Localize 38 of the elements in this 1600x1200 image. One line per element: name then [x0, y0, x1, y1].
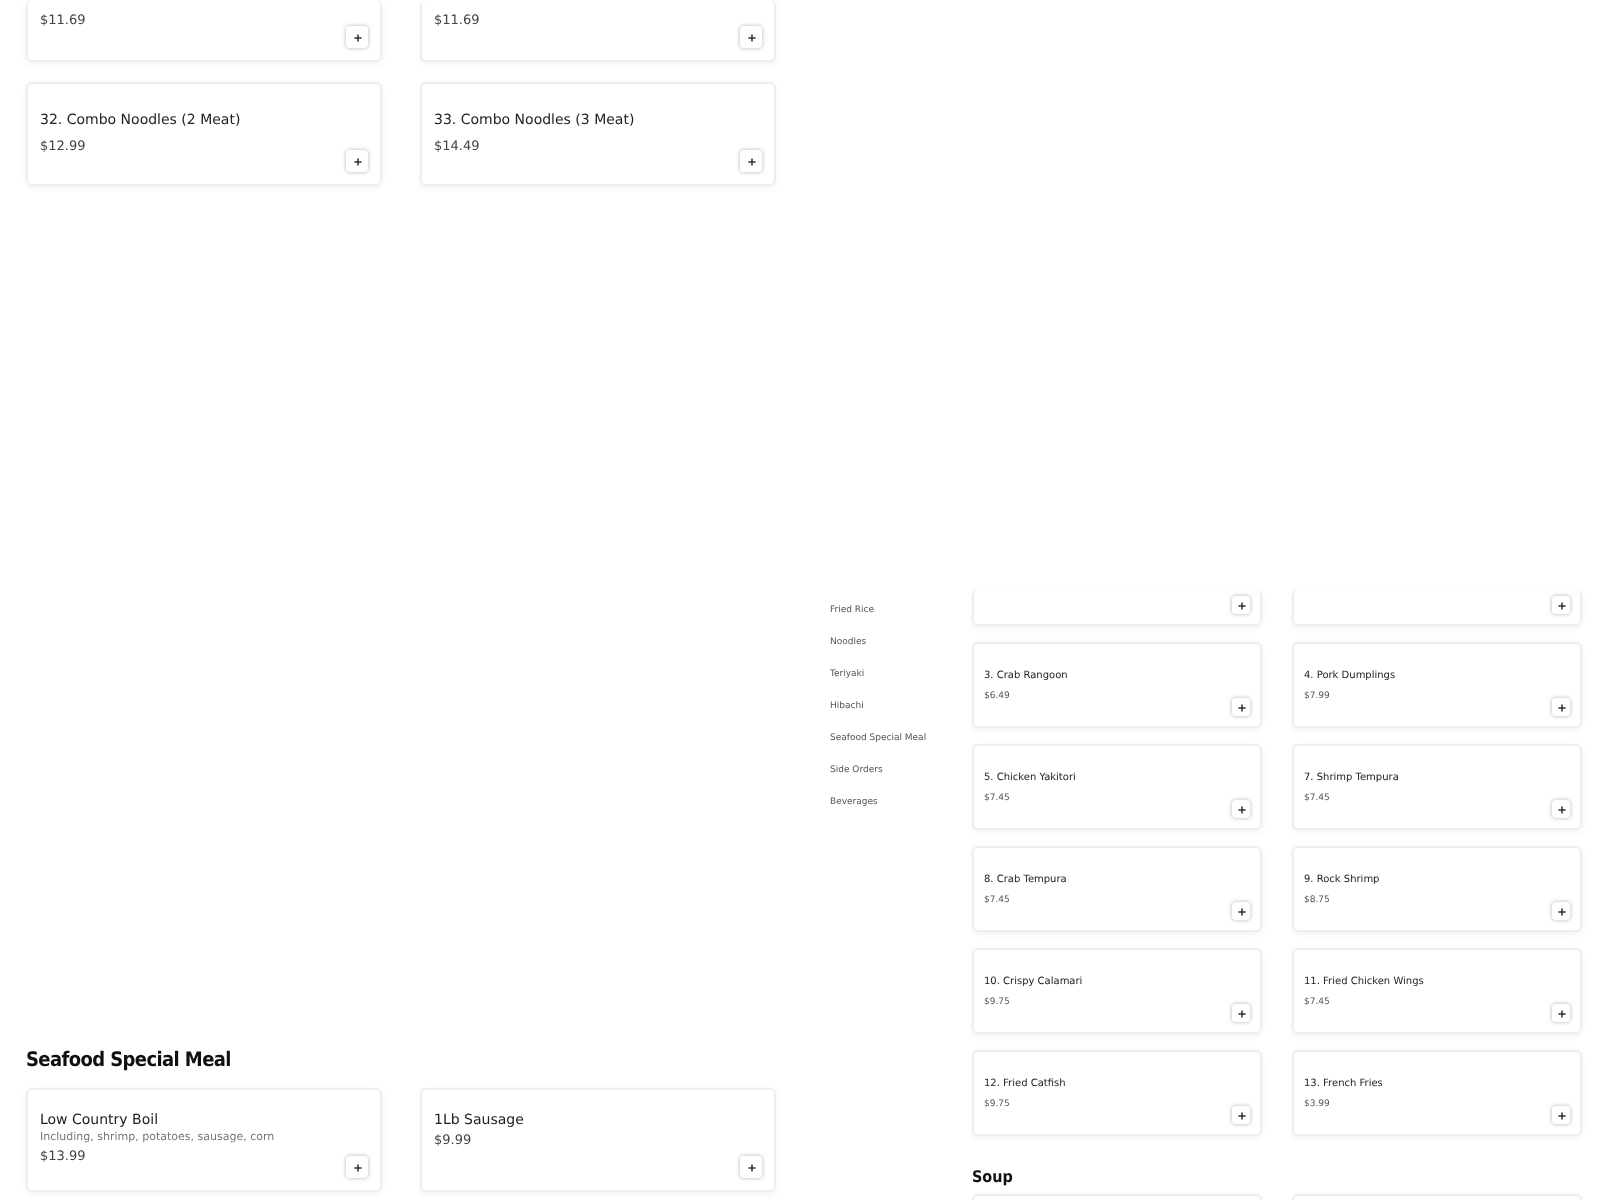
- plus-icon: [1555, 1007, 1567, 1019]
- plus-icon: [1555, 701, 1567, 713]
- plus-icon: [745, 31, 757, 43]
- add-button[interactable]: [1552, 698, 1570, 716]
- add-button[interactable]: [1552, 596, 1570, 614]
- add-button[interactable]: [1232, 800, 1250, 818]
- section-heading: Soup: [972, 1168, 1015, 1186]
- add-button[interactable]: [740, 150, 762, 172]
- add-button[interactable]: [740, 26, 762, 48]
- add-button[interactable]: [346, 26, 368, 48]
- add-button[interactable]: [1232, 902, 1250, 920]
- plus-icon: [1555, 803, 1567, 815]
- section-heading: Seafood Special Meal: [26, 1050, 233, 1072]
- plus-icon: [1555, 1109, 1567, 1121]
- add-button[interactable]: [1552, 800, 1570, 818]
- add-button[interactable]: [1552, 1106, 1570, 1124]
- add-button[interactable]: [346, 150, 368, 172]
- add-button[interactable]: [1232, 1004, 1250, 1022]
- add-button[interactable]: [1552, 902, 1570, 920]
- add-button[interactable]: [1232, 1106, 1250, 1124]
- plus-icon: [1555, 905, 1567, 917]
- add-button[interactable]: [740, 1156, 762, 1178]
- plus-icon: [1235, 599, 1247, 611]
- plus-icon: [1235, 701, 1247, 713]
- add-button[interactable]: [1232, 698, 1250, 716]
- plus-icon: [1555, 599, 1567, 611]
- plus-icon: [745, 1161, 757, 1173]
- plus-icon: [1235, 1109, 1247, 1121]
- plus-icon: [1235, 1007, 1247, 1019]
- plus-icon: [1235, 905, 1247, 917]
- plus-icon: [351, 1161, 363, 1173]
- plus-icon: [351, 155, 363, 167]
- add-button[interactable]: [1232, 596, 1250, 614]
- plus-icon: [745, 155, 757, 167]
- add-button[interactable]: [346, 1156, 368, 1178]
- plus-icon: [351, 31, 363, 43]
- plus-icon: [1235, 803, 1247, 815]
- add-button[interactable]: [1552, 1004, 1570, 1022]
